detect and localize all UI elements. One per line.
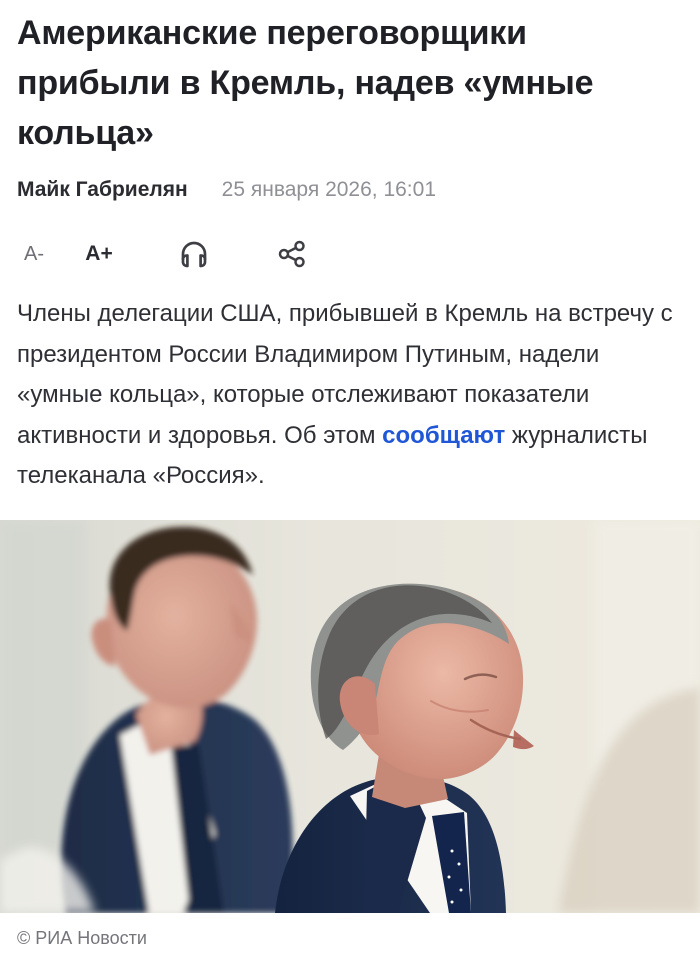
- article-toolbar: A- A+: [20, 234, 312, 274]
- headphones-icon: [177, 237, 211, 271]
- article-meta: Майк Габриелян 25 января 2026, 16:01: [17, 172, 436, 208]
- photo-illustration: [0, 520, 700, 913]
- article: Американские переговорщики прибыли в Кре…: [0, 0, 700, 960]
- photo-credit: © РИА Новости: [17, 927, 147, 948]
- font-decrease-button[interactable]: A-: [20, 234, 48, 274]
- share-button[interactable]: [272, 234, 312, 274]
- publish-date: 25 января 2026, 16:01: [221, 178, 437, 201]
- article-lead: Члены делегации США, прибывшей в Кремль …: [17, 294, 687, 497]
- source-link[interactable]: сообщают: [382, 422, 505, 449]
- article-photo: [0, 520, 700, 913]
- article-title: Американские переговорщики прибыли в Кре…: [17, 14, 594, 152]
- share-icon: [276, 238, 308, 270]
- author-name[interactable]: Майк Габриелян: [17, 178, 188, 202]
- listen-button[interactable]: [174, 234, 214, 274]
- font-increase-button[interactable]: A+: [82, 234, 116, 274]
